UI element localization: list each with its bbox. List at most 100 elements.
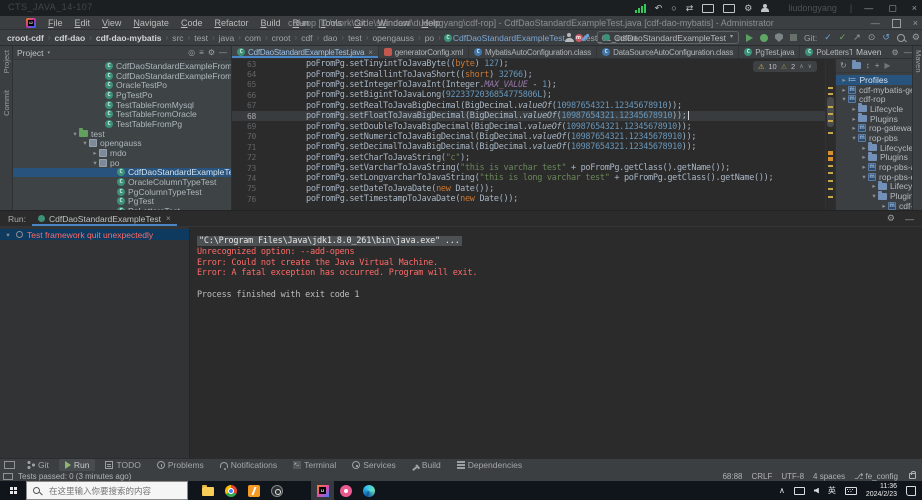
toolwindow-button-build[interactable]: Build	[406, 459, 447, 472]
maven-tree-item-rop-pbs-api[interactable]: ▸mrop-pbs-api	[836, 162, 912, 172]
gear-icon[interactable]: ⚙	[892, 48, 899, 57]
crumb-opengauss[interactable]: opengauss	[371, 33, 415, 43]
next-issue-icon[interactable]: ∨	[808, 63, 812, 70]
menu-item-code[interactable]: Code	[175, 16, 209, 30]
chevron-icon[interactable]: ▸	[870, 182, 878, 190]
user-icon[interactable]	[761, 4, 770, 12]
gear-icon[interactable]: ⚙	[208, 48, 215, 57]
sync-icon[interactable]: ⇄	[686, 0, 694, 16]
crumb-cdf-dao-mybatis[interactable]: cdf-dao-mybatis	[95, 33, 163, 43]
gear-icon[interactable]: ⚙	[744, 0, 752, 16]
chevron-icon[interactable]: ▸	[850, 115, 858, 123]
tab-MybatisAutoConfiguration.class[interactable]: C MybatisAutoConfiguration.class	[469, 46, 598, 58]
taskbar-search[interactable]	[26, 481, 188, 500]
remote-close-button[interactable]: ×	[909, 3, 920, 13]
crumb-test[interactable]: test	[193, 33, 209, 43]
indent-setting[interactable]: 4 spaces	[813, 472, 845, 481]
toolwindow-button-problems[interactable]: Problems	[151, 459, 210, 471]
minimize-button[interactable]: —	[871, 18, 880, 28]
hide-panel-icon[interactable]: —	[219, 48, 227, 57]
toolwindow-tab-maven[interactable]: Maven	[914, 50, 922, 73]
maven-tree-item-Profiles[interactable]: ▸ ≔ Profiles	[836, 75, 912, 85]
crumb-croot-cdf[interactable]: croot-cdf	[6, 33, 45, 43]
file-explorer-taskbar-icon[interactable]	[196, 481, 219, 500]
intellij-idea-taskbar-icon[interactable]	[311, 481, 334, 500]
menu-item-file[interactable]: File	[42, 16, 69, 30]
menu-item-edit[interactable]: Edit	[69, 16, 97, 30]
maven-tree-item-Plugins[interactable]: ▸ Plugins	[836, 113, 912, 124]
menu-item-navigate[interactable]: Navigate	[127, 16, 175, 30]
undo-icon[interactable]: ↶	[655, 0, 663, 16]
chevron-icon[interactable]: ▸	[91, 149, 99, 157]
build-project-icon[interactable]	[581, 33, 590, 42]
project-tree-item-opengauss[interactable]: ▾ opengauss	[13, 138, 231, 148]
project-view-select[interactable]: Project	[17, 48, 43, 58]
maven-tree-item-Lifecycle[interactable]: ▸ Lifecycle	[836, 180, 912, 191]
hide-panel-icon[interactable]: —	[905, 214, 914, 224]
locate-file-icon[interactable]: ◎	[188, 48, 195, 57]
lock-icon[interactable]	[909, 471, 916, 479]
hidden-icons-chevron[interactable]: ∧	[779, 486, 785, 495]
toolwindow-tab-commit[interactable]: Commit	[2, 90, 11, 116]
settings-gear-icon[interactable]: ⚙	[912, 30, 920, 45]
toolwindow-button-git[interactable]: Git	[21, 459, 55, 471]
chevron-icon[interactable]: ▸	[850, 124, 858, 132]
maven-tree-item-Lifecycle[interactable]: ▸ Lifecycle	[836, 103, 912, 114]
chevron-icon[interactable]: ▾	[850, 134, 858, 142]
stop-button[interactable]	[789, 34, 797, 41]
tab-generatorConfig.xml[interactable]: generatorConfig.xml	[379, 46, 470, 58]
maven-tree-item-cdf-mybatis-generator[interactable]: ▸mcdf-mybatis-generator	[836, 85, 912, 95]
menu-item-view[interactable]: View	[96, 16, 127, 30]
crumb-class[interactable]: CdfDaoStandardExampleTest	[452, 33, 566, 43]
display-tray-icon[interactable]	[793, 486, 805, 495]
file-encoding[interactable]: UTF-8	[781, 472, 804, 481]
chevron-icon[interactable]: ▾	[81, 139, 89, 147]
maven-tree-item-cdf-rop[interactable]: ▾ m cdf-rop	[836, 94, 912, 104]
project-tree-item-OracleTestPo[interactable]: C OracleTestPo	[13, 80, 231, 90]
status-monitor-icon[interactable]	[3, 472, 13, 480]
project-tree-item-CdfDaoStandardExampleFromOracle[interactable]: CCdfDaoStandardExampleFromOracle	[13, 71, 231, 81]
editor-scrollbar[interactable]	[825, 59, 835, 210]
line-ending[interactable]: CRLF	[751, 472, 772, 481]
crumb-dao[interactable]: dao	[322, 33, 338, 43]
run-configuration-select[interactable]: CdfDaoStandardExampleTest ▾	[596, 31, 739, 44]
screen-share-icon[interactable]	[702, 3, 715, 13]
maven-tree-item-cdf-mybat[interactable]: ▸mcdf-mybat	[836, 201, 912, 210]
gear-icon[interactable]: ⚙	[887, 213, 895, 224]
settings-taskbar-icon[interactable]	[288, 481, 311, 500]
toolwindow-switcher-icon[interactable]	[4, 461, 15, 469]
project-tree-item-TestTableFromPg[interactable]: C TestTableFromPg	[13, 119, 231, 129]
hide-panel-icon[interactable]: —	[904, 48, 912, 57]
rollback-icon[interactable]: ↺	[882, 30, 890, 45]
scrollbar-thumb[interactable]	[827, 97, 834, 127]
tab-DataSourceAutoConfiguration.class[interactable]: C DataSourceAutoConfiguration.class	[597, 46, 740, 58]
chevron-icon[interactable]: ▸	[860, 163, 868, 171]
chevron-icon[interactable]: ▸	[860, 144, 868, 152]
chrome-taskbar-icon[interactable]	[219, 481, 242, 500]
run-console[interactable]: "C:\Program Files\Java\jdk1.8.0_261\bin\…	[190, 227, 922, 459]
chevron-icon[interactable]: ▸	[850, 105, 858, 113]
chevron-down-icon[interactable]: ▾	[47, 50, 50, 56]
flash-app-taskbar-icon[interactable]	[242, 481, 265, 500]
crumb-com[interactable]: com	[244, 33, 262, 43]
volume-muted-icon[interactable]	[813, 487, 819, 494]
ime-indicator[interactable]: 英	[828, 485, 836, 496]
close-icon[interactable]: ×	[166, 214, 171, 223]
maven-tree-item-Plugins[interactable]: ▾ Plugins	[836, 190, 912, 201]
toolwindow-button-dependencies[interactable]: Dependencies	[451, 459, 528, 471]
git-update-button[interactable]: ✓	[824, 30, 832, 45]
profile-icon[interactable]	[564, 33, 574, 42]
inspections-widget[interactable]: ⚠ 10 ⚠ 2 ∧ ∨	[753, 61, 817, 72]
dark-app-taskbar-icon[interactable]	[265, 481, 288, 500]
start-button[interactable]	[0, 481, 26, 500]
chevron-icon[interactable]: ▸	[840, 76, 848, 84]
git-push-button[interactable]: ↗	[853, 30, 861, 45]
crumb-cdf-dao[interactable]: cdf-dao	[54, 33, 87, 43]
project-tree-item-mdo[interactable]: ▸ mdo	[13, 148, 231, 158]
maven-tree-item-Lifecycle[interactable]: ▸ Lifecycle	[836, 142, 912, 153]
crumb-java[interactable]: java	[218, 33, 236, 43]
crumb-po[interactable]: po	[424, 33, 435, 43]
chevron-icon[interactable]: ▾	[860, 173, 868, 181]
search-everywhere-icon[interactable]	[896, 33, 905, 42]
taskbar-clock[interactable]: 11:36 2024/2/23	[866, 483, 897, 499]
